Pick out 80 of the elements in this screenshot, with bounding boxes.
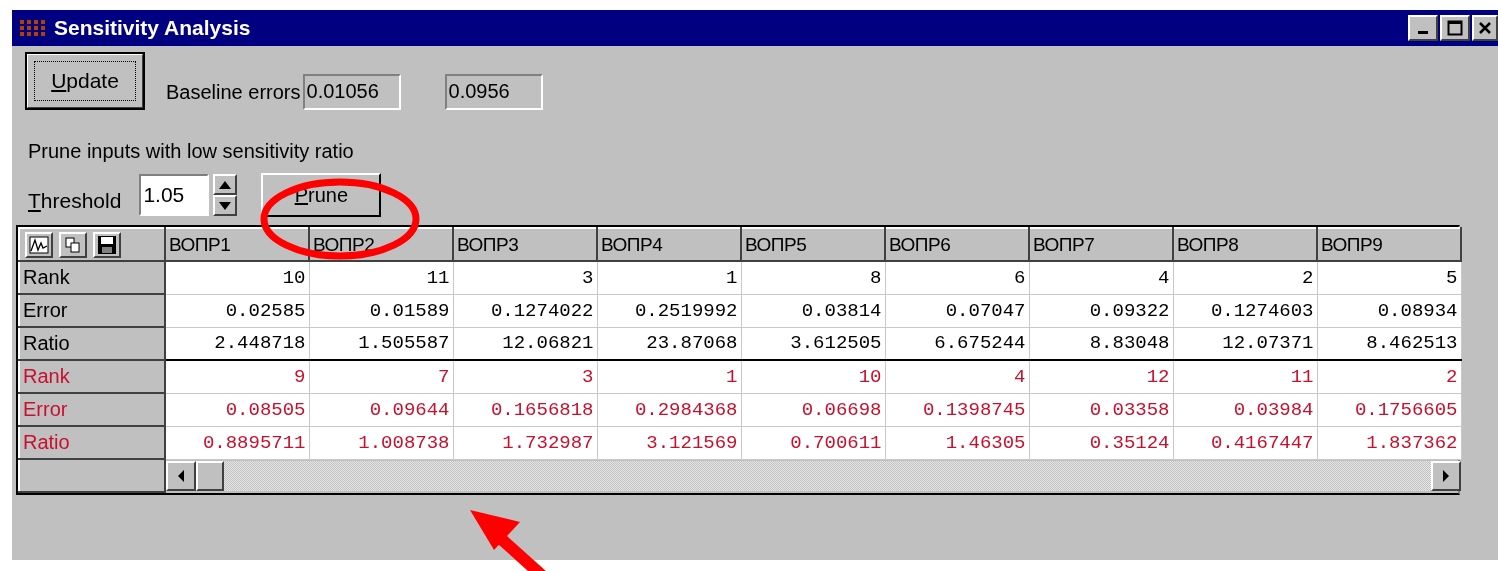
table-cell: 0.1756605 [1317, 393, 1461, 426]
column-header[interactable]: ВОПР9 [1317, 228, 1461, 261]
table-cell: 0.07047 [885, 294, 1029, 327]
table-cell: 0.700611 [741, 426, 885, 459]
column-header[interactable]: ВОПР6 [885, 228, 1029, 261]
column-header[interactable]: ВОПР7 [1029, 228, 1173, 261]
table-cell: 0.1274022 [453, 294, 597, 327]
table-cell: 0.2984368 [597, 393, 741, 426]
column-header[interactable]: ВОПР8 [1173, 228, 1317, 261]
spin-down-icon[interactable] [213, 195, 238, 216]
table-cell: 10 [741, 360, 885, 393]
row-header: Ratio [19, 327, 165, 360]
close-icon[interactable] [1472, 15, 1498, 41]
scroll-right-icon[interactable] [1431, 460, 1461, 491]
table-cell: 3 [453, 360, 597, 393]
table-cell: 0.09644 [309, 393, 453, 426]
table-cell: 0.06698 [741, 393, 885, 426]
table-cell: 1.837362 [1317, 426, 1461, 459]
table-cell: 11 [1173, 360, 1317, 393]
table-cell: 0.03814 [741, 294, 885, 327]
row-header: Error [19, 294, 165, 327]
threshold-label: Threshold [28, 189, 122, 213]
table-cell: 3 [453, 261, 597, 294]
window-title: Sensitivity Analysis [54, 16, 251, 40]
table-cell: 1 [597, 360, 741, 393]
table-cell: 2 [1173, 261, 1317, 294]
baseline-error-field: 0.01056 [302, 74, 401, 110]
table-cell: 2 [1317, 360, 1461, 393]
table-cell: 0.1398745 [885, 393, 1029, 426]
table-cell: 0.1656818 [453, 393, 597, 426]
table-cell: 0.03358 [1029, 393, 1173, 426]
table-cell: 8 [741, 261, 885, 294]
table-cell: 0.09322 [1029, 294, 1173, 327]
table-cell: 12 [1029, 360, 1173, 393]
scroll-left-icon[interactable] [166, 460, 196, 491]
row-header: Error [19, 393, 165, 426]
column-header[interactable]: ВОПР3 [453, 228, 597, 261]
table-cell: 0.02585 [165, 294, 309, 327]
table-cell: 9 [165, 360, 309, 393]
table-cell: 0.03984 [1173, 393, 1317, 426]
maximize-icon[interactable] [1440, 15, 1470, 41]
table-cell: 1 [597, 261, 741, 294]
copy-icon[interactable] [59, 231, 87, 258]
threshold-field[interactable]: 1.05 [139, 174, 210, 216]
table-cell: 6 [885, 261, 1029, 294]
table-cell: 1.732987 [453, 426, 597, 459]
horizontal-scrollbar[interactable] [166, 460, 1461, 491]
update-button[interactable]: Update [26, 53, 144, 109]
table-cell: 0.01589 [309, 294, 453, 327]
table-cell: 5 [1317, 261, 1461, 294]
table-cell: 0.08934 [1317, 294, 1461, 327]
table-cell: 0.8895711 [165, 426, 309, 459]
table-cell: 0.2519992 [597, 294, 741, 327]
minimize-icon[interactable] [1408, 15, 1438, 41]
table-cell: 0.1274603 [1173, 294, 1317, 327]
baseline-errors-label: Baseline errors [166, 80, 301, 104]
table-cell: 3.121569 [597, 426, 741, 459]
app-icon [20, 20, 46, 36]
baseline-error-field: 0.0956 [444, 74, 543, 110]
table-cell: 0.08505 [165, 393, 309, 426]
spin-up-icon[interactable] [213, 174, 238, 195]
prune-instruction: Prune inputs with low sensitivity ratio [28, 140, 355, 163]
column-header[interactable]: ВОПР1 [165, 228, 309, 261]
scroll-thumb[interactable] [196, 460, 224, 491]
table-cell: 1.46305 [885, 426, 1029, 459]
table-cell: 4 [885, 360, 1029, 393]
row-header: Ratio [19, 426, 165, 459]
row-header: Rank [19, 360, 165, 393]
column-header[interactable]: ВОПР4 [597, 228, 741, 261]
table-cell: 7 [309, 360, 453, 393]
table-cell: 0.35124 [1029, 426, 1173, 459]
column-header[interactable]: ВОПР5 [741, 228, 885, 261]
table-cell: 1.008738 [309, 426, 453, 459]
save-icon[interactable] [93, 231, 121, 258]
table-cell: 11 [309, 261, 453, 294]
table-cell: 4 [1029, 261, 1173, 294]
chart-icon[interactable] [25, 231, 53, 258]
row-header: Rank [19, 261, 165, 294]
table-cell: 0.4167447 [1173, 426, 1317, 459]
table-cell: 10 [165, 261, 309, 294]
